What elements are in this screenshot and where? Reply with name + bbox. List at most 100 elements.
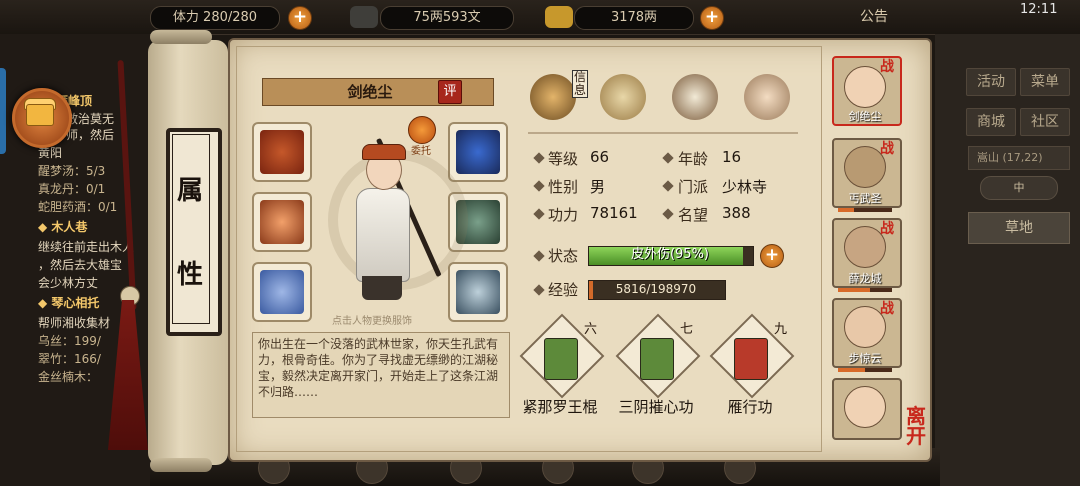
quest-title[interactable]: ◆ 琴心相托 xyxy=(38,294,99,311)
gold-add-button[interactable]: + xyxy=(700,6,724,30)
skill-book-icon xyxy=(640,338,674,380)
status-text: 皮外伤(95%) xyxy=(630,247,710,262)
knob-text: 中 xyxy=(1013,181,1025,194)
party-member-name: 剑绝尘 xyxy=(848,110,882,123)
stat-value: 78161 xyxy=(590,204,638,222)
equip-slot-ring[interactable] xyxy=(252,262,312,322)
leave-button[interactable]: 离开 xyxy=(906,406,928,446)
gold-text: 3178两 xyxy=(610,10,658,25)
stat-label: 等级 xyxy=(548,150,579,168)
community-button[interactable]: 社区 xyxy=(1020,108,1070,136)
skill-name: 紧那罗王棍 xyxy=(522,398,598,416)
stamina-text: 体力 280/280 xyxy=(172,10,258,25)
quest-desc-line: 继续往前走出木人 xyxy=(38,240,135,254)
quest-item: 乌丝：199/ xyxy=(38,334,101,348)
terrain-tile[interactable]: 草地 xyxy=(968,212,1070,244)
battle-badge: 战 xyxy=(880,141,894,157)
skill-name: 三阴摧心功 xyxy=(618,398,694,416)
silver-text: 75两593文 xyxy=(413,10,481,25)
stat-label: 功力 xyxy=(548,206,579,224)
party-hp-fill xyxy=(838,368,865,372)
equip-slot-accessory[interactable] xyxy=(448,262,508,322)
quest-desc-line: ，然后去大雄宝 xyxy=(38,258,123,272)
equip-slot-armguard[interactable] xyxy=(252,122,312,182)
exp-text: 5816/198970 xyxy=(615,282,697,296)
scroll-rod xyxy=(150,458,212,472)
skill-rank: 六 xyxy=(584,322,598,337)
info-tab-icon[interactable] xyxy=(530,74,576,120)
skill-rank: 九 xyxy=(774,322,788,337)
rate-button[interactable]: 评 xyxy=(438,80,462,104)
divider xyxy=(528,132,798,134)
stat-value: 少林寺 xyxy=(722,178,768,196)
terrain-text: 草地 xyxy=(1005,220,1033,236)
exp-label: 经验 xyxy=(548,281,579,299)
party-member-name: 丐武圣 xyxy=(848,192,882,205)
menu-button[interactable]: 菜单 xyxy=(1020,68,1070,96)
silver-display: 75两593文 xyxy=(380,6,514,30)
battle-badge: 战 xyxy=(880,301,894,317)
quest-title-text: 木人巷 xyxy=(51,220,88,234)
party-member-name: 薛龙城 xyxy=(848,272,882,285)
panel-edge-tab[interactable] xyxy=(0,68,6,154)
stat-value: 男 xyxy=(590,178,606,196)
stat-value: 16 xyxy=(722,148,742,166)
character-name: 剑绝尘 xyxy=(347,83,393,101)
staff-icon xyxy=(260,200,304,244)
map-location: 嵩山 (17,22) xyxy=(968,146,1070,170)
location-text: 嵩山 (17,22) xyxy=(977,151,1043,164)
scroll-rod xyxy=(150,30,212,44)
stat-label: 名望 xyxy=(678,206,709,224)
quest-item: 金丝楠木： xyxy=(38,370,99,384)
party-member-name: 步惊云 xyxy=(848,352,882,365)
activity-button[interactable]: 活动 xyxy=(966,68,1016,96)
shop-button[interactable]: 商城 xyxy=(966,108,1016,136)
notice-button[interactable]: 公告 xyxy=(860,6,888,26)
silver-ingot-icon xyxy=(350,6,378,28)
ring-icon xyxy=(260,270,304,314)
stat-value: 388 xyxy=(722,204,751,222)
scroll-title-char: 性 xyxy=(176,260,203,290)
equip-slot-weapon[interactable] xyxy=(252,192,312,252)
quest-desc-line: 救治莫无 xyxy=(66,112,115,126)
meridian-figure-icon[interactable] xyxy=(744,74,790,120)
stat-label: 门派 xyxy=(678,178,709,196)
map-scroll-icon[interactable] xyxy=(600,74,646,120)
entrust-label: 委托 xyxy=(411,146,431,157)
battle-badge: 战 xyxy=(880,221,894,237)
quest-desc-line: 会少林方丈 xyxy=(38,276,99,290)
stat-label: 性别 xyxy=(548,178,579,196)
bio-text: 你出生在一个没落的武林世家，你天生孔武有力，根骨奇佳。你为了寻找虚无缥缈的江湖秘… xyxy=(258,337,499,399)
direction-knob[interactable]: 中 xyxy=(980,176,1058,200)
info-tab-label: 信息 xyxy=(572,70,588,98)
party-hp-fill xyxy=(838,288,870,292)
bracer-icon xyxy=(260,130,304,174)
equip-slot-shoulder[interactable] xyxy=(448,122,508,182)
skill-rank: 七 xyxy=(680,322,694,337)
stat-label: 年龄 xyxy=(678,150,709,168)
quest-item: 醒梦汤：5/3 xyxy=(38,164,106,178)
skill-book-icon xyxy=(544,338,578,380)
bagua-icon[interactable] xyxy=(672,74,718,120)
stamina-display: 体力 280/280 xyxy=(150,6,280,30)
gold-ingot-icon xyxy=(545,6,573,28)
quest-desc-line: 师，然后 xyxy=(66,128,115,142)
scroll-title-char: 属 xyxy=(176,176,203,206)
quest-item: 真龙丹：0/1 xyxy=(38,182,106,196)
character-avatar[interactable] xyxy=(356,188,410,282)
chest-body-icon xyxy=(26,104,54,126)
portrait-face xyxy=(844,386,886,428)
yinyang-fish-icon xyxy=(456,270,500,314)
quest-title[interactable]: ◆ 木人巷 xyxy=(38,218,87,235)
party-hp-fill xyxy=(838,208,854,212)
change-outfit-hint: 点击人物更换服饰 xyxy=(332,316,412,327)
scroll-title-inner xyxy=(172,134,210,324)
bullet-icon: ◆ xyxy=(38,220,52,234)
quest-item: 翠竹：166/ xyxy=(38,352,101,366)
stamina-add-button[interactable]: + xyxy=(288,6,312,30)
heal-button[interactable]: + xyxy=(760,244,784,268)
shoulder-armor-icon xyxy=(456,130,500,174)
entrust-icon[interactable] xyxy=(408,116,436,144)
battle-badge: 战 xyxy=(880,59,894,75)
stat-value: 66 xyxy=(590,148,610,166)
